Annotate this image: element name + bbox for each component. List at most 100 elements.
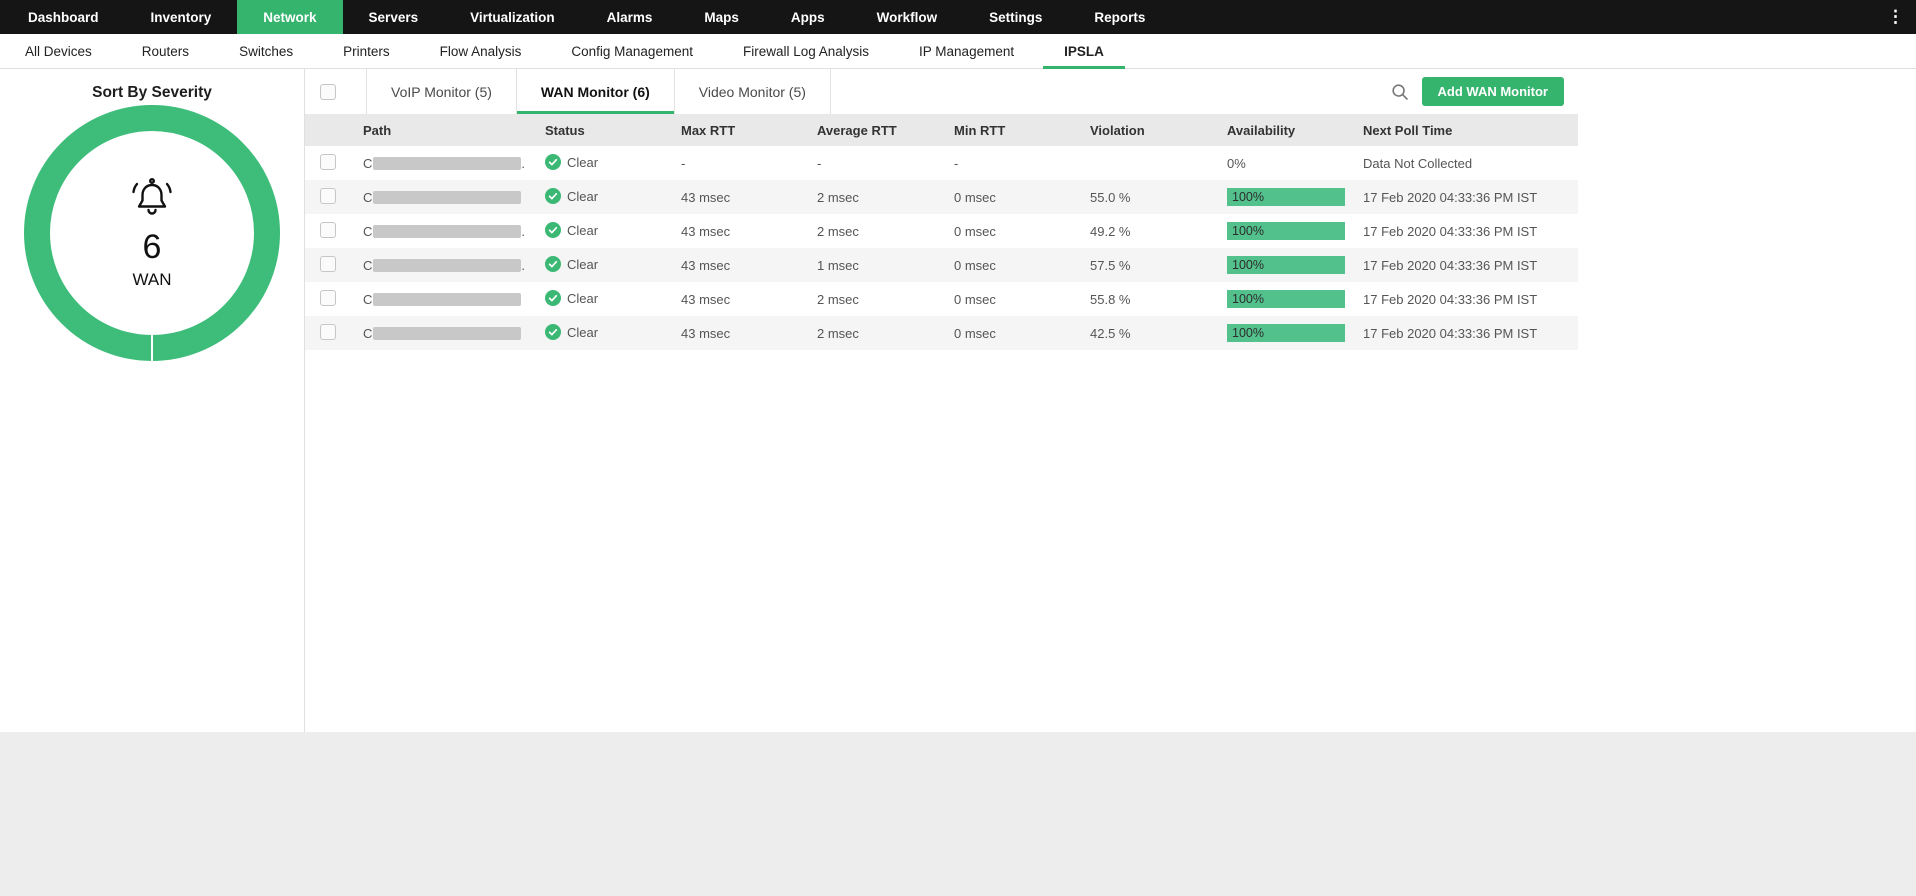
- row-checkbox[interactable]: [320, 153, 336, 170]
- row-checkbox[interactable]: [320, 255, 336, 272]
- status-text: Clear: [567, 222, 599, 238]
- path-cell[interactable]: C: [351, 316, 533, 350]
- sub-nav-item-ip-management[interactable]: IP Management: [894, 34, 1039, 68]
- status-cell: Clear: [533, 180, 669, 214]
- tab-wan-monitor-6[interactable]: WAN Monitor (6): [515, 69, 674, 114]
- next-poll-cell: 17 Feb 2020 04:33:36 PM IST: [1363, 223, 1538, 239]
- select-all-checkbox[interactable]: [320, 83, 336, 100]
- column-header-availability[interactable]: Availability: [1215, 114, 1351, 146]
- toolbar-right: Add WAN Monitor: [1391, 69, 1578, 114]
- column-header-max-rtt[interactable]: Max RTT: [669, 114, 805, 146]
- path-cell[interactable]: C.: [351, 214, 533, 248]
- redacted-path: [373, 190, 522, 204]
- availability-cell: 100%: [1215, 248, 1351, 282]
- min-rtt-cell: 0 msec: [954, 223, 996, 239]
- sub-nav-item-routers[interactable]: Routers: [117, 34, 214, 68]
- max-rtt-cell: 43 msec: [681, 291, 731, 307]
- top-nav-item-inventory[interactable]: Inventory: [125, 0, 238, 34]
- check-circle-icon: [545, 255, 561, 275]
- path-cell[interactable]: C.: [351, 146, 533, 180]
- min-rtt-cell: 0 msec: [954, 257, 996, 273]
- severity-donut[interactable]: 6 WAN: [24, 105, 280, 361]
- top-nav-item-alarms[interactable]: Alarms: [581, 0, 679, 34]
- opmanager-app: Dashboard Inventory Network Servers Virtuali…: [0, 0, 1916, 896]
- column-header-min-rtt[interactable]: Min RTT: [942, 114, 1078, 146]
- top-nav-item-reports[interactable]: Reports: [1068, 0, 1171, 34]
- top-nav-item-settings[interactable]: Settings: [963, 0, 1068, 34]
- monitor-widget: VoIP Monitor (5) WAN Monitor (6) Video Mon…: [305, 69, 1578, 350]
- top-nav-item-virtualization[interactable]: Virtualization: [444, 0, 581, 34]
- sub-nav-item-printers[interactable]: Printers: [318, 34, 415, 68]
- check-circle-icon: [545, 221, 561, 241]
- table-row: C. Clear - - - 0% Data Not Collected: [305, 146, 1578, 180]
- path-text: C: [363, 291, 373, 307]
- path-suffix: .: [521, 223, 526, 239]
- top-nav-item-apps[interactable]: Apps: [765, 0, 851, 34]
- content-area: Sort By Severity 6 WAN VoIP Monitor (5) …: [0, 69, 1916, 732]
- sub-nav-item-switches[interactable]: Switches: [214, 34, 318, 68]
- path-cell[interactable]: C: [351, 282, 533, 316]
- max-rtt-cell: 43 msec: [681, 325, 731, 341]
- status-text: Clear: [567, 324, 599, 340]
- tab-voip-monitor-5[interactable]: VoIP Monitor (5): [366, 69, 516, 114]
- max-rtt-cell: 43 msec: [681, 257, 731, 273]
- column-header-status[interactable]: Status: [533, 114, 669, 146]
- column-header-violation[interactable]: Violation: [1078, 114, 1215, 146]
- row-checkbox-cell: [305, 146, 351, 180]
- min-rtt-cell: 0 msec: [954, 325, 996, 341]
- path-suffix: .: [521, 155, 526, 171]
- checkbox-column-header: [305, 114, 351, 146]
- check-circle-icon: [545, 153, 561, 173]
- severity-count: 6: [142, 227, 162, 266]
- redacted-path: [373, 156, 522, 170]
- violation-cell: 55.8 %: [1090, 291, 1131, 307]
- sub-nav-item-ipsla[interactable]: IPSLA: [1039, 34, 1129, 69]
- top-nav-item-dashboard[interactable]: Dashboard: [2, 0, 125, 34]
- check-circle-icon: [545, 323, 561, 343]
- sub-nav-item-config-management[interactable]: Config Management: [546, 34, 718, 68]
- column-header-next-poll-time[interactable]: Next Poll Time: [1351, 114, 1578, 146]
- row-checkbox[interactable]: [320, 289, 336, 306]
- check-circle-icon: [545, 289, 561, 309]
- violation-cell: [1078, 146, 1215, 180]
- table-row: C Clear 43 msec 2 msec 0 msec 55.0 % 100% 17 Fe…: [305, 180, 1578, 214]
- row-checkbox-cell: [305, 180, 351, 214]
- sub-nav-item-firewall-log-analysis[interactable]: Firewall Log Analysis: [718, 34, 894, 68]
- availability-bar: 100%: [1227, 324, 1345, 342]
- min-rtt-cell: -: [954, 155, 959, 171]
- row-checkbox[interactable]: [320, 323, 336, 340]
- row-checkbox[interactable]: [320, 221, 336, 238]
- status-text: Clear: [567, 154, 599, 170]
- top-nav-item-network[interactable]: Network: [237, 0, 343, 34]
- next-poll-cell: 17 Feb 2020 04:33:36 PM IST: [1363, 189, 1538, 205]
- path-cell[interactable]: C: [351, 180, 533, 214]
- row-checkbox-cell: [305, 248, 351, 282]
- path-suffix: .: [521, 257, 526, 273]
- path-text: C: [363, 223, 373, 239]
- availability-cell: 0%: [1215, 146, 1351, 180]
- path-cell[interactable]: C.: [351, 248, 533, 282]
- avg-rtt-cell: 2 msec: [817, 223, 859, 239]
- row-checkbox-cell: [305, 214, 351, 248]
- redacted-path: [373, 258, 522, 272]
- column-header-path[interactable]: Path: [351, 114, 533, 146]
- sub-nav-item-all-devices[interactable]: All Devices: [0, 34, 117, 68]
- top-nav-item-maps[interactable]: Maps: [678, 0, 765, 34]
- column-header-average-rtt[interactable]: Average RTT: [805, 114, 942, 146]
- sub-nav-item-flow-analysis[interactable]: Flow Analysis: [415, 34, 547, 68]
- bell-icon: [128, 177, 176, 223]
- top-nav-item-servers[interactable]: Servers: [343, 0, 445, 34]
- search-icon[interactable]: [1391, 83, 1409, 101]
- kebab-menu-icon[interactable]: ⋮: [1875, 0, 1916, 34]
- availability-bar: 100%: [1227, 256, 1345, 274]
- row-checkbox[interactable]: [320, 187, 336, 204]
- top-nav-item-workflow[interactable]: Workflow: [851, 0, 964, 34]
- tab-video-monitor-5[interactable]: Video Monitor (5): [673, 69, 831, 114]
- main-panel: VoIP Monitor (5) WAN Monitor (6) Video Mon…: [305, 69, 1916, 732]
- table-row: C Clear 43 msec 2 msec 0 msec 42.5 % 100% 17 Fe…: [305, 316, 1578, 350]
- row-checkbox-cell: [305, 282, 351, 316]
- add-wan-monitor-button[interactable]: Add WAN Monitor: [1421, 77, 1564, 106]
- availability-cell: 100%: [1215, 180, 1351, 214]
- next-poll-cell: 17 Feb 2020 04:33:36 PM IST: [1363, 291, 1538, 307]
- avg-rtt-cell: 2 msec: [817, 325, 859, 341]
